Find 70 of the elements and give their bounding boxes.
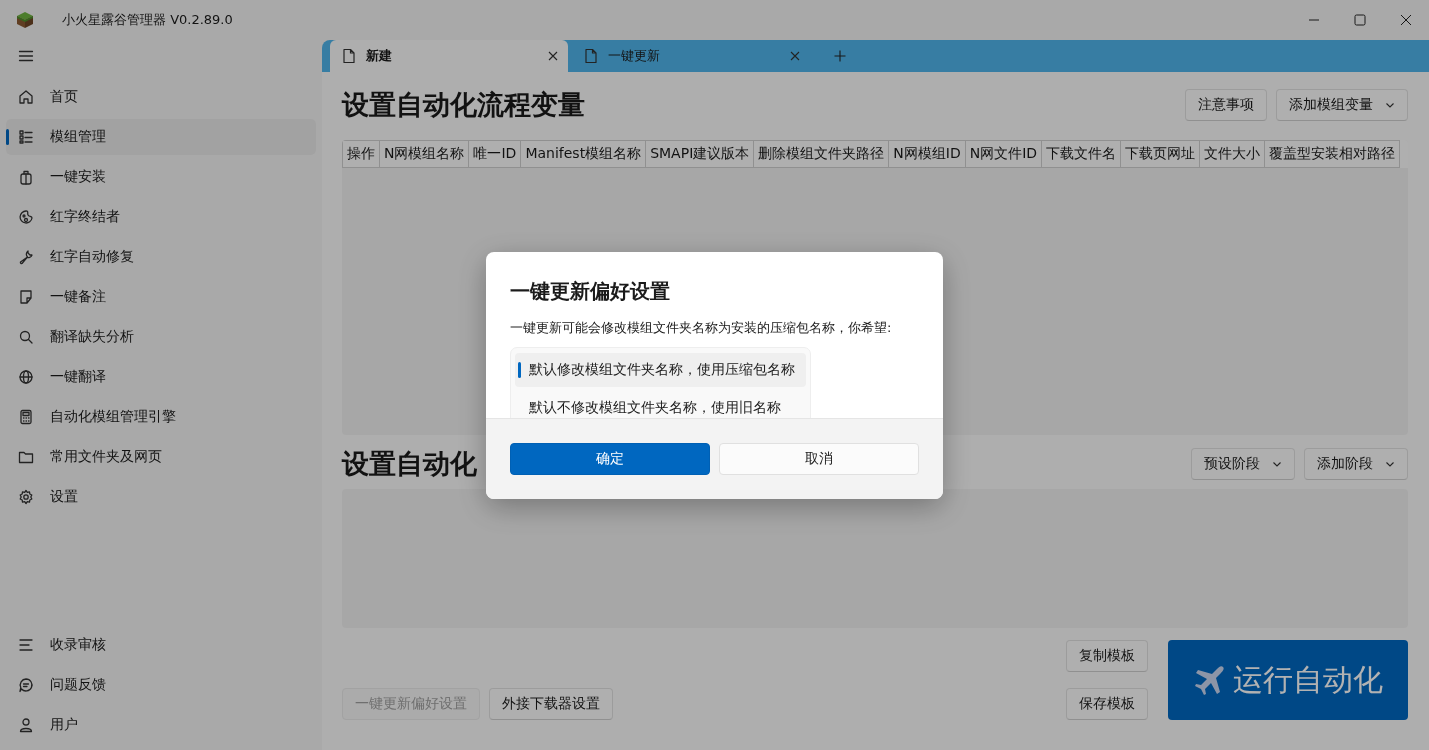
option-item[interactable]: 默认修改模组文件夹名称，使用压缩包名称 [515, 352, 806, 387]
search-icon [18, 329, 34, 345]
bag-icon [18, 169, 34, 185]
wrench-icon [18, 249, 34, 265]
airplane-icon [1193, 663, 1227, 697]
user-icon [18, 717, 34, 733]
column-header: SMAPI建议版本 [646, 140, 755, 168]
globe-icon [18, 369, 34, 385]
menu-icon [18, 48, 34, 64]
nav-item[interactable]: 首页 [6, 79, 316, 115]
grass-block-icon [16, 11, 34, 29]
button[interactable]: 复制模板 [1066, 640, 1148, 672]
nav-item[interactable]: 红字终结者 [6, 199, 316, 235]
column-header: 操作 [342, 140, 380, 168]
window-title: 小火星露谷管理器 V0.2.89.0 [62, 11, 233, 29]
chat-icon [18, 677, 34, 693]
button: 一键更新偏好设置 [342, 688, 480, 720]
column-header: 文件大小 [1200, 140, 1266, 168]
button[interactable]: 外接下载器设置 [489, 688, 613, 720]
nav-item[interactable]: 设置 [6, 479, 316, 515]
close-icon [790, 51, 800, 61]
confirm-button[interactable]: 确定 [510, 442, 710, 475]
nav-item[interactable]: 一键安装 [6, 159, 316, 195]
lines-icon [18, 637, 34, 653]
folder-icon [18, 449, 34, 465]
settings-icon [18, 489, 34, 505]
option-item[interactable]: 默认不修改模组文件夹名称，使用旧名称 [515, 390, 806, 418]
nav-item[interactable]: 常用文件夹及网页 [6, 439, 316, 475]
nav-item[interactable]: 问题反馈 [6, 667, 316, 703]
document-icon [342, 48, 356, 64]
note-icon [18, 289, 34, 305]
palette-icon [18, 209, 34, 225]
section-title: 设置自动化 [342, 447, 477, 481]
button[interactable]: 预设阶段 [1191, 448, 1295, 480]
home-icon [18, 89, 34, 105]
nav-item[interactable]: 模组管理 [6, 119, 316, 155]
column-header: 删除模组文件夹路径 [754, 140, 890, 168]
button[interactable]: 添加模组变量 [1276, 89, 1408, 121]
nav-item[interactable]: 翻译缺失分析 [6, 319, 316, 355]
button[interactable]: 注意事项 [1185, 89, 1267, 121]
column-header: Manifest模组名称 [521, 140, 647, 168]
dialog-message: 一键更新可能会修改模组文件夹名称为安装的压缩包名称，你希望: [510, 318, 893, 337]
column-header: 覆盖型安装相对路径 [1265, 140, 1401, 168]
nav-item[interactable]: 收录审核 [6, 627, 316, 663]
tab[interactable]: 新建 [330, 40, 568, 72]
column-header: 下载页网址 [1121, 140, 1201, 168]
column-header: N网文件ID [965, 140, 1043, 168]
nav-item[interactable]: 自动化模组管理引擎 [6, 399, 316, 435]
cancel-button[interactable]: 取消 [719, 442, 919, 475]
nav-item[interactable]: 一键备注 [6, 279, 316, 315]
column-header: N网模组名称 [380, 140, 470, 168]
button[interactable]: 添加阶段 [1304, 448, 1408, 480]
plus-icon [834, 50, 846, 62]
calculator-icon [18, 409, 34, 425]
run-button[interactable]: 运行自动化 [1168, 640, 1408, 720]
column-header: 唯一ID [469, 140, 522, 168]
button[interactable]: 保存模板 [1066, 688, 1148, 720]
column-header: 下载文件名 [1042, 140, 1122, 168]
nav-item[interactable]: 一键翻译 [6, 359, 316, 395]
list-icon [18, 129, 34, 145]
nav-item[interactable]: 红字自动修复 [6, 239, 316, 275]
column-header: N网模组ID [889, 140, 966, 168]
tab[interactable]: 一键更新 [572, 40, 810, 72]
dialog-title: 一键更新偏好设置 [510, 277, 671, 305]
section-title: 设置自动化流程变量 [342, 88, 585, 122]
nav-item[interactable]: 用户 [6, 707, 316, 743]
close-icon [1400, 14, 1412, 26]
maximize-icon [1354, 14, 1366, 26]
close-icon [548, 51, 558, 61]
document-icon [584, 48, 598, 64]
